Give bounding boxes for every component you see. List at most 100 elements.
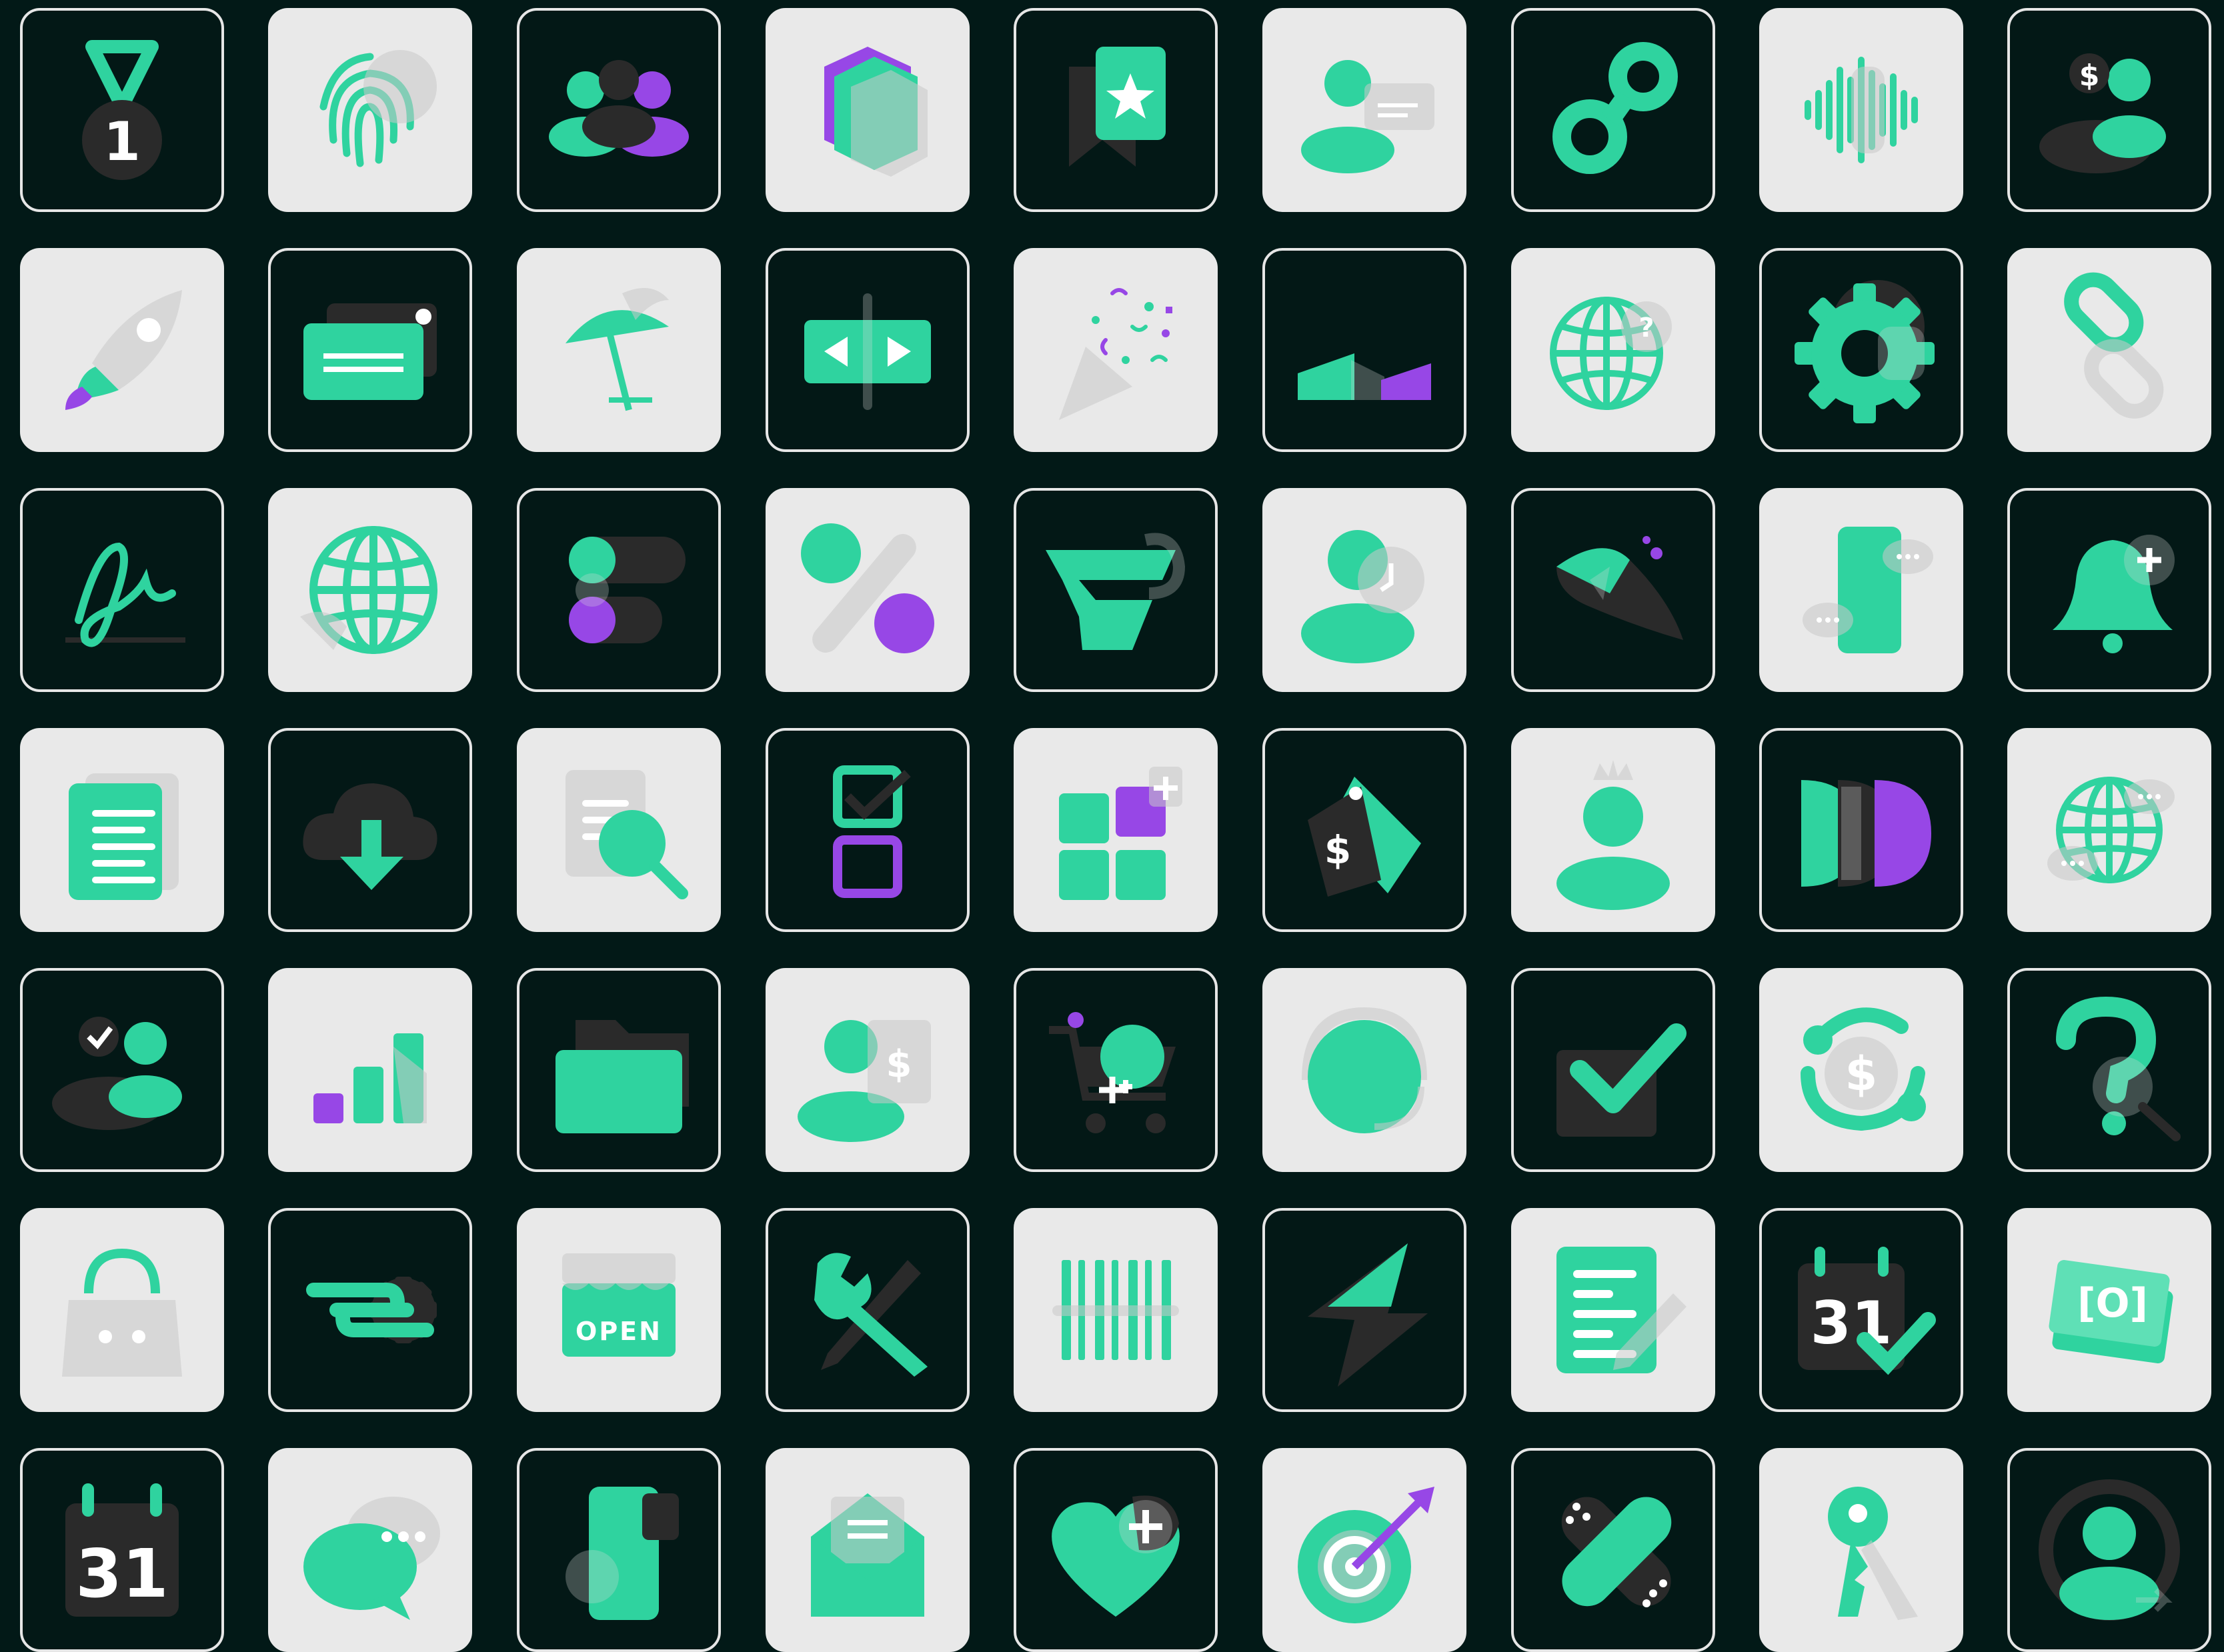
headset-support-icon	[1302, 1007, 1427, 1133]
icon-tile-tools[interactable]	[766, 1208, 970, 1412]
svg-text:OPEN: OPEN	[576, 1317, 662, 1346]
icon-tile-checkbox-check[interactable]	[1511, 968, 1715, 1172]
icon-tile-price-tags[interactable]: $	[1262, 728, 1466, 932]
pin-key-icon	[1828, 1487, 1918, 1620]
icon-tile-feather-quill[interactable]	[1511, 488, 1715, 692]
icon-tile-percent[interactable]	[766, 488, 970, 692]
shopping-bag-icon	[62, 1248, 182, 1377]
icon-tile-dollar-refresh[interactable]: $	[1759, 968, 1963, 1172]
icon-tile-user-clock[interactable]	[1262, 488, 1466, 692]
icon-tile-bar-growth[interactable]	[268, 968, 472, 1172]
icon-tile-rocket[interactable]	[20, 248, 224, 452]
icon-tile-team[interactable]	[517, 8, 721, 212]
icon-tile-fast-forward-shapes[interactable]	[1759, 728, 1963, 932]
icon-tile-open-envelope[interactable]	[766, 1448, 970, 1652]
icon-tile-phone-chat[interactable]	[1759, 488, 1963, 692]
globe-question-icon: ?	[1550, 297, 1672, 410]
icon-tile-question-search[interactable]	[2007, 968, 2211, 1172]
heart-plus-icon	[1052, 1495, 1180, 1617]
feather-quill-icon	[1556, 536, 1683, 640]
icon-tile-folder[interactable]	[517, 968, 721, 1172]
icon-tile-heart-plus[interactable]	[1014, 1448, 1218, 1652]
icon-tile-sound-wave[interactable]	[1759, 8, 1963, 212]
apps-grid-plus-icon	[1059, 767, 1182, 900]
stairs-chart-icon	[1298, 353, 1431, 400]
user-circle-icon	[2039, 1479, 2180, 1621]
settings-switch-icon	[306, 1277, 437, 1343]
icon-tile-barcode[interactable]	[1014, 1208, 1218, 1412]
icon-tile-gear[interactable]	[1759, 248, 1963, 452]
icon-tile-party-popper[interactable]	[1014, 248, 1218, 452]
icon-tile-apps-grid-plus[interactable]	[1014, 728, 1218, 932]
icon-tile-headset-support[interactable]	[1262, 968, 1466, 1172]
icon-tile-globe[interactable]	[268, 488, 472, 692]
icon-tile-stairs-chart[interactable]	[1262, 248, 1466, 452]
svg-text:?: ?	[1638, 313, 1654, 343]
svg-text:$: $	[886, 1043, 912, 1086]
bandage-icon	[1561, 1497, 1672, 1607]
icon-tile-bandage[interactable]	[1511, 1448, 1715, 1652]
icon-tile-user-check[interactable]	[20, 968, 224, 1172]
beach-umbrella-icon	[566, 288, 669, 411]
icon-tile-signature[interactable]	[20, 488, 224, 692]
question-search-icon	[2056, 996, 2181, 1141]
icon-tile-bookmark-star[interactable]	[1014, 8, 1218, 212]
icon-tile-beach-umbrella[interactable]	[517, 248, 721, 452]
icon-tile-open-store[interactable]: OPEN	[517, 1208, 721, 1412]
icon-tile-document[interactable]	[20, 728, 224, 932]
icon-tile-user-invoice[interactable]: $	[766, 968, 970, 1172]
icon-tile-link[interactable]	[2007, 248, 2211, 452]
icon-tile-chat-bubbles[interactable]	[268, 1448, 472, 1652]
icon-tile-document-edit[interactable]	[1511, 1208, 1715, 1412]
sound-wave-icon	[1805, 57, 1918, 163]
icon-tile-cash-scan[interactable]: [O]	[2007, 1208, 2211, 1412]
svg-text:1: 1	[103, 111, 141, 173]
icon-tile-credit-card[interactable]	[268, 248, 472, 452]
icon-tile-calendar-check[interactable]: 31	[1759, 1208, 1963, 1412]
icon-tile-target-arrow[interactable]	[1262, 1448, 1466, 1652]
bookmark-star-icon	[1069, 47, 1166, 167]
bar-growth-icon	[313, 1033, 427, 1123]
svg-text:$: $	[1324, 827, 1351, 873]
icon-tile-chain-link[interactable]	[1511, 8, 1715, 212]
toggle-switches-icon	[569, 537, 686, 643]
icon-tile-bell-plus[interactable]	[2007, 488, 2211, 692]
webflow-funnel-icon	[1046, 533, 1186, 650]
icon-tile-medal[interactable]: 1	[20, 8, 224, 212]
globe-icon	[300, 526, 437, 654]
icon-tile-document-search[interactable]	[517, 728, 721, 932]
icon-tile-calendar[interactable]: 31	[20, 1448, 224, 1652]
barcode-icon	[1052, 1260, 1179, 1360]
icon-tile-lightning[interactable]	[1262, 1208, 1466, 1412]
icon-tile-globe-chat[interactable]	[2007, 728, 2211, 932]
icon-tile-checklist[interactable]	[766, 728, 970, 932]
icon-tile-shopping-bag[interactable]	[20, 1208, 224, 1412]
smartphone-icon	[566, 1487, 679, 1620]
rocket-icon	[65, 290, 182, 410]
icon-tile-user-id-card[interactable]	[1262, 8, 1466, 212]
tools-icon	[814, 1253, 928, 1377]
icon-tile-pin-key[interactable]	[1759, 1448, 1963, 1652]
icon-tile-cloud-download[interactable]	[268, 728, 472, 932]
icon-tile-layers[interactable]	[766, 8, 970, 212]
icon-tile-cart-add[interactable]	[1014, 968, 1218, 1172]
icon-tile-resize-horizontal[interactable]	[766, 248, 970, 452]
icon-tile-smartphone[interactable]	[517, 1448, 721, 1652]
icon-tile-toggle-switches[interactable]	[517, 488, 721, 692]
icon-tile-user-dollar[interactable]: $	[2007, 8, 2211, 212]
globe-chat-icon	[2047, 777, 2175, 883]
icon-tile-settings-switch[interactable]	[268, 1208, 472, 1412]
link-icon	[2064, 272, 2164, 419]
icon-tile-user-circle[interactable]	[2007, 1448, 2211, 1652]
icon-tile-globe-question[interactable]: ?	[1511, 248, 1715, 452]
checklist-icon	[833, 765, 911, 898]
target-arrow-icon	[1298, 1487, 1434, 1623]
chain-link-icon	[1552, 42, 1678, 174]
icon-tile-user-crown[interactable]	[1511, 728, 1715, 932]
icon-tile-webflow-funnel[interactable]	[1014, 488, 1218, 692]
credit-card-icon	[303, 303, 437, 400]
icon-tile-fingerprint[interactable]	[268, 8, 472, 212]
open-envelope-icon	[811, 1493, 924, 1617]
team-icon	[549, 60, 689, 157]
lightning-icon	[1308, 1243, 1428, 1387]
